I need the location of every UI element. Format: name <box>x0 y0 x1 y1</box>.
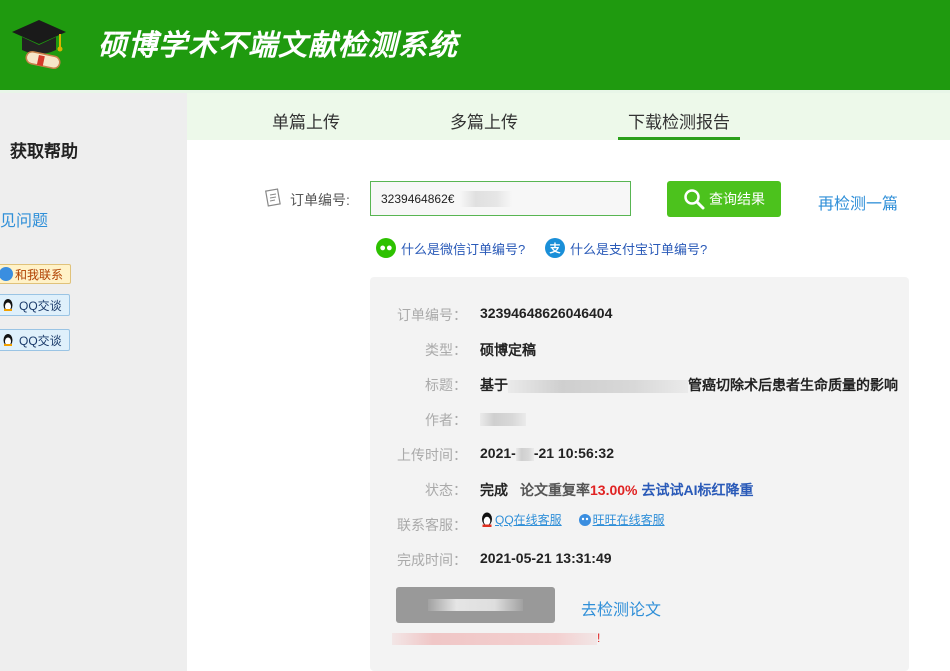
type-value: 硕博定稿 <box>480 342 536 358</box>
tab-download-report[interactable]: 下载检测报告 <box>628 108 730 133</box>
order-value: 32394648626046404 <box>480 305 613 321</box>
author-label: 作者： <box>425 412 467 428</box>
wangwang-service-link[interactable]: 旺旺在线客服 <box>593 513 665 527</box>
active-tab-indicator <box>618 137 740 140</box>
warning-text: ! <box>392 631 600 645</box>
qq-chat-label: QQ交谈 <box>19 298 62 313</box>
query-result-button[interactable]: 查询结果 <box>667 181 781 217</box>
qq-service-link[interactable]: QQ在线客服 <box>495 513 562 527</box>
service-links: QQ在线客服 旺旺在线客服 <box>480 511 665 528</box>
app-header: 硕博学术不端文献检测系统 <box>0 0 950 90</box>
tab-bar: 单篇上传 多篇上传 下载检测报告 <box>187 93 950 140</box>
redaction-blur <box>480 412 526 426</box>
redaction-blur <box>460 191 512 207</box>
order-number-label: 订单编号: <box>290 192 350 208</box>
qq-chat-label: QQ交谈 <box>19 333 62 348</box>
redaction-blur <box>428 599 523 611</box>
recheck-link[interactable]: 再检测一篇 <box>818 190 898 214</box>
faq-link[interactable]: 见问题 <box>0 207 48 231</box>
tab-single-upload[interactable]: 单篇上传 <box>272 108 340 133</box>
upload-time-prefix: 2021- <box>480 445 516 461</box>
status-text: 完成 <box>480 482 508 498</box>
qq-penguin-icon <box>3 334 13 346</box>
finish-time-row: 完成时间： 2021-05-21 13:31:49 <box>370 550 909 570</box>
alipay-icon: 支 <box>545 238 565 258</box>
search-icon <box>684 189 705 210</box>
order-label: 订单编号： <box>397 307 467 323</box>
document-icon <box>265 188 281 207</box>
author-value <box>480 410 526 426</box>
finish-time-label: 完成时间： <box>397 552 467 568</box>
query-button-label: 查询结果 <box>709 191 765 207</box>
alipay-help-text: 什么是支付宝订单编号? <box>570 241 708 257</box>
upload-time-suffix: -21 10:56:32 <box>533 445 614 461</box>
repeat-rate-value: 13.00% <box>590 482 638 498</box>
sidebar-title: 获取帮助 <box>10 142 78 161</box>
qq-chat-button-2[interactable]: QQ交谈 <box>0 329 70 351</box>
wechat-help-text: 什么是微信订单编号? <box>401 241 526 257</box>
contact-label: 和我联系 <box>15 267 64 282</box>
upload-time-row: 上传时间： 2021- -21 10:56:32 <box>370 445 909 465</box>
graduation-cap-logo-icon <box>12 20 66 70</box>
service-label: 联系客服： <box>397 517 467 533</box>
title-label: 标题： <box>425 377 467 393</box>
type-row: 类型： 硕博定稿 <box>370 340 909 360</box>
title-suffix: 管癌切除术后患者生命质量的影响 <box>688 377 898 393</box>
repeat-rate-label: 论文重复率 <box>520 482 590 498</box>
order-row: 订单编号： 32394648626046404 <box>370 305 909 325</box>
chat-bubble-icon <box>0 267 13 281</box>
redaction-blur <box>508 379 688 393</box>
redaction-blur <box>515 447 534 461</box>
warning-end: ! <box>597 631 601 645</box>
upload-time-value: 2021- -21 10:56:32 <box>480 445 614 461</box>
title-prefix: 基于 <box>480 377 508 393</box>
title-value: 基于 管癌切除术后患者生命质量的影响 <box>480 375 898 395</box>
status-label: 状态： <box>425 482 467 498</box>
tab-multi-upload[interactable]: 多篇上传 <box>450 108 518 133</box>
type-label: 类型： <box>425 342 467 358</box>
wechat-order-help-link[interactable]: ●● 什么是微信订单编号? <box>376 238 525 258</box>
ai-reduce-link[interactable]: 去试试AI标红降重 <box>641 482 753 498</box>
service-row: 联系客服： QQ在线客服 旺旺在线客服 <box>370 512 909 535</box>
finish-time-value: 2021-05-21 13:31:49 <box>480 550 612 566</box>
status-row: 状态： 完成 论文重复率13.00% 去试试AI标红降重 <box>370 480 909 500</box>
status-value: 完成 论文重复率13.00% 去试试AI标红降重 <box>480 480 753 500</box>
title-row: 标题： 基于 管癌切除术后患者生命质量的影响 <box>370 375 909 395</box>
contact-me-button[interactable]: 和我联系 <box>0 264 71 284</box>
wechat-icon: ●● <box>376 238 396 258</box>
result-panel: 订单编号： 32394648626046404 类型： 硕博定稿 标题： 基于 管… <box>370 277 909 671</box>
redaction-blur <box>392 632 597 645</box>
download-report-button[interactable] <box>396 587 555 623</box>
help-sidebar: 获取帮助 见问题 和我联系 QQ交谈 QQ交谈 <box>0 93 187 671</box>
author-row: 作者： <box>370 410 909 430</box>
qq-chat-button-1[interactable]: QQ交谈 <box>0 294 70 316</box>
wangwang-icon <box>578 514 591 527</box>
app-title: 硕博学术不端文献检测系统 <box>98 28 459 62</box>
qq-penguin-icon <box>482 512 492 528</box>
go-check-paper-link[interactable]: 去检测论文 <box>581 596 661 620</box>
alipay-order-help-link[interactable]: 支 什么是支付宝订单编号? <box>545 238 707 258</box>
upload-time-label: 上传时间： <box>397 447 467 463</box>
qq-penguin-icon <box>3 299 13 311</box>
